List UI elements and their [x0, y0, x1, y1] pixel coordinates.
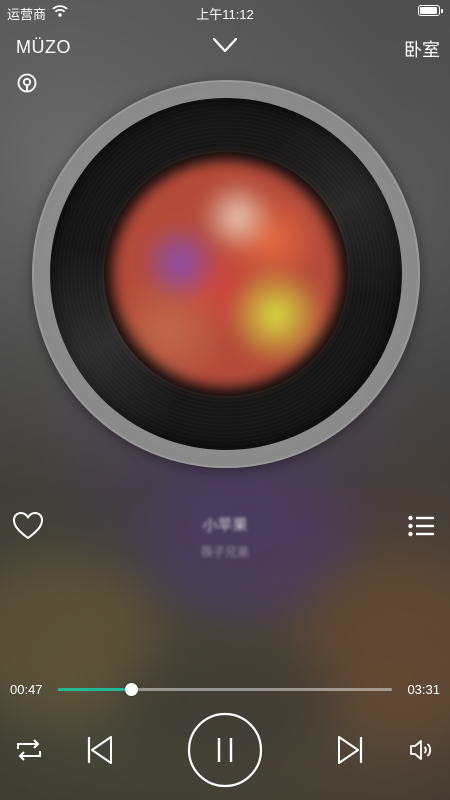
volume-icon[interactable] — [408, 737, 434, 763]
podcast-icon[interactable] — [16, 73, 38, 95]
progress-fill — [58, 688, 132, 691]
playlist-icon[interactable] — [408, 514, 434, 538]
status-bar: 运营商 上午11:12 — [0, 0, 450, 22]
skip-previous-icon[interactable] — [86, 734, 114, 766]
song-artist: 筷子兄弟 — [200, 545, 249, 559]
pause-icon[interactable] — [187, 712, 263, 788]
chevron-down-icon[interactable] — [212, 36, 238, 54]
progress-track[interactable] — [58, 683, 392, 696]
skip-next-icon[interactable] — [336, 734, 364, 766]
song-title: 小苹果 — [202, 517, 248, 534]
current-time: 00:47 — [10, 682, 43, 697]
repeat-icon[interactable] — [14, 736, 44, 764]
status-time: 上午11:12 — [196, 7, 254, 22]
battery-icon — [418, 5, 443, 16]
brand-logo: MÜZO — [16, 37, 71, 57]
room-selector[interactable]: 卧室 — [404, 36, 440, 62]
total-time: 03:31 — [407, 682, 440, 697]
album-cover — [112, 160, 340, 388]
battery-level — [420, 7, 437, 14]
